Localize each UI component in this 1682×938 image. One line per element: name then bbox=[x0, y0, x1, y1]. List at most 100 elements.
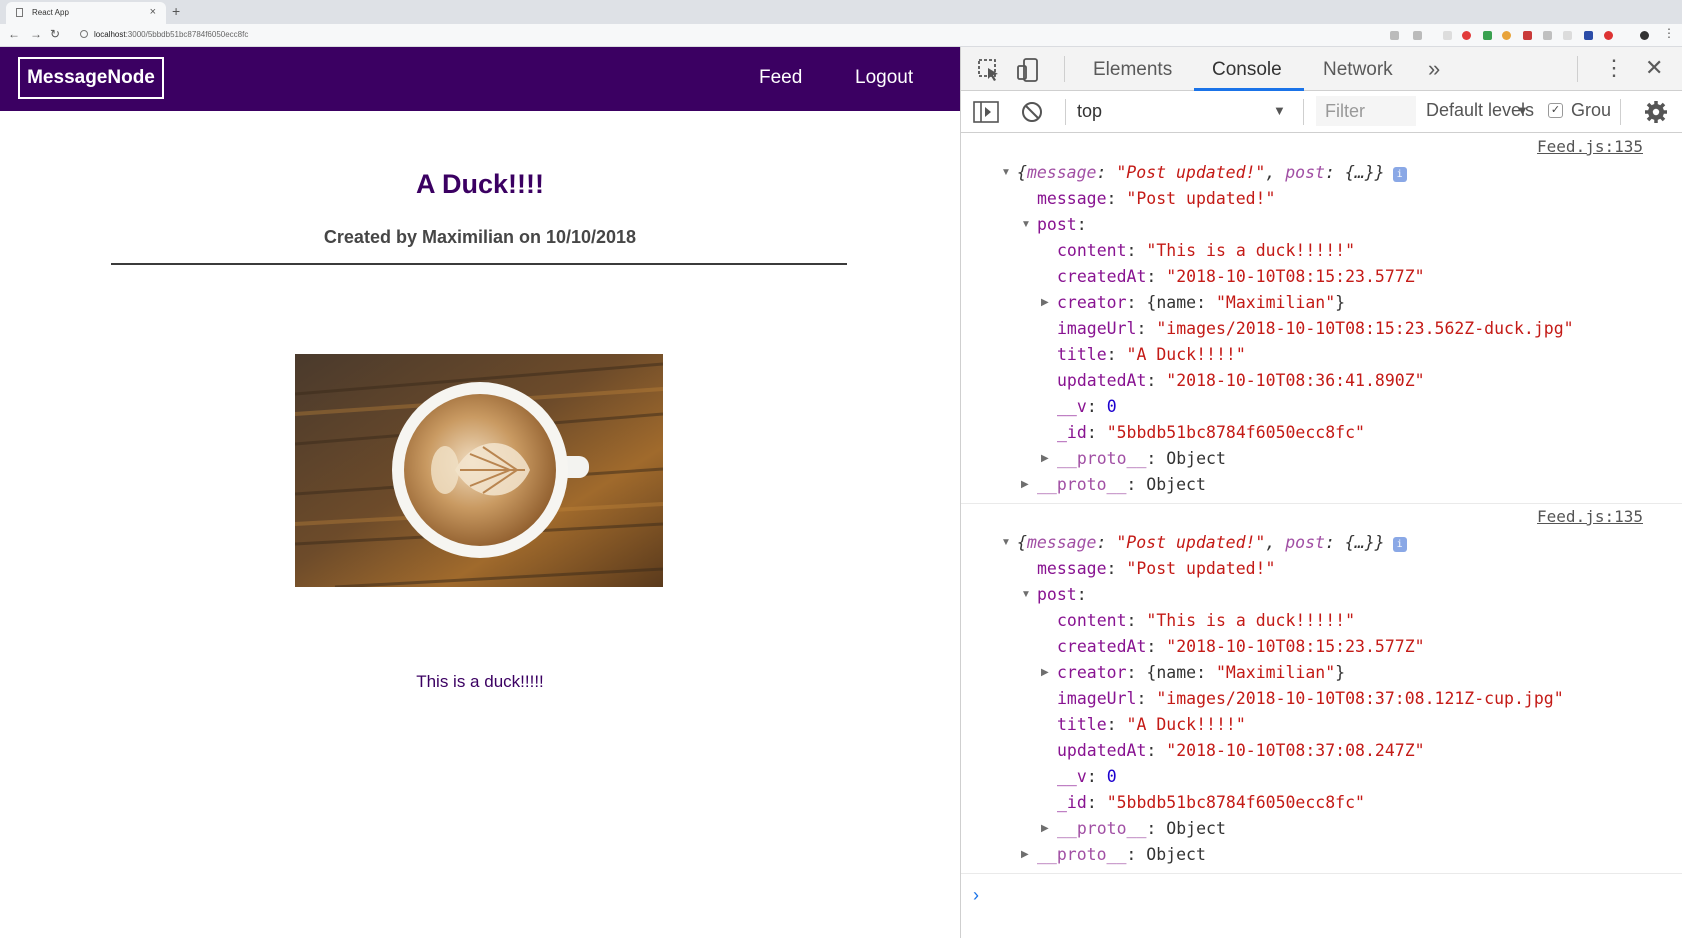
log-summary[interactable]: {message: "Post updated!", post: {…}} i bbox=[1017, 530, 1407, 556]
expand-triangle-icon[interactable]: ▼ bbox=[1021, 582, 1031, 608]
post-image bbox=[295, 354, 663, 587]
reload-icon[interactable]: ↻ bbox=[50, 27, 60, 41]
separator bbox=[1303, 99, 1304, 125]
property-createdAt: createdAt: "2018-10-10T08:15:23.577Z" bbox=[1057, 637, 1425, 656]
collapsed-triangle-icon[interactable]: ▶ bbox=[1041, 446, 1049, 472]
property-proto[interactable]: __proto__: Object bbox=[1037, 842, 1206, 868]
expand-triangle-icon[interactable]: ▼ bbox=[1021, 212, 1031, 238]
property-imageUrl: imageUrl: "images/2018-10-10T08:37:08.12… bbox=[1057, 689, 1564, 708]
device-toolbar-icon[interactable] bbox=[1016, 57, 1040, 83]
devtools-menu-icon[interactable]: ⋮ bbox=[1603, 55, 1625, 81]
tab-network[interactable]: Network bbox=[1323, 59, 1393, 81]
new-tab-button[interactable]: + bbox=[172, 3, 180, 19]
context-select[interactable]: top bbox=[1077, 101, 1102, 122]
value-v: 0 bbox=[1106, 767, 1117, 786]
extension-icon[interactable] bbox=[1483, 31, 1492, 40]
property-content: content: "This is a duck!!!!!" bbox=[1057, 241, 1356, 260]
browser-menu-icon[interactable]: ⋮ bbox=[1663, 26, 1675, 40]
chevron-down-icon[interactable]: ▼ bbox=[1516, 103, 1529, 118]
browser-tab-title: React App bbox=[32, 8, 69, 17]
post-meta: Created by Maximilian on 10/10/2018 bbox=[323, 227, 637, 247]
browser-tab[interactable]: React App × bbox=[6, 2, 166, 24]
extension-icon[interactable] bbox=[1443, 31, 1452, 40]
extension-icon[interactable] bbox=[1563, 31, 1572, 40]
expand-triangle-icon[interactable]: ▼ bbox=[1001, 530, 1011, 556]
back-icon[interactable]: ← bbox=[8, 27, 20, 41]
collapsed-triangle-icon[interactable]: ▶ bbox=[1041, 816, 1049, 842]
source-link[interactable]: Feed.js:135 bbox=[1537, 137, 1643, 156]
property-creator[interactable]: creator: {name: "Maximilian"} bbox=[1057, 660, 1345, 686]
value-v: 0 bbox=[1106, 397, 1117, 416]
value-title: "A Duck!!!!" bbox=[1126, 715, 1246, 734]
console-toolbar: top ▼ Filter Default levels ▼ ✓ Group bbox=[961, 91, 1682, 133]
console-settings-gear-icon[interactable] bbox=[1644, 100, 1668, 124]
expand-triangle-icon[interactable]: ▼ bbox=[1001, 160, 1011, 186]
property-post[interactable]: post: bbox=[1037, 212, 1087, 238]
close-devtools-icon[interactable]: ✕ bbox=[1645, 55, 1663, 81]
property-title: title: "A Duck!!!!" bbox=[1057, 345, 1246, 364]
nav-feed-link[interactable]: Feed bbox=[759, 67, 802, 89]
opera-extension-icon[interactable] bbox=[1462, 31, 1471, 40]
devtools-panel: Elements Console Network » ⋮ ✕ top ▼ Fil… bbox=[960, 47, 1682, 938]
extension-icon[interactable] bbox=[1523, 31, 1532, 40]
chevron-down-icon[interactable]: ▼ bbox=[1273, 103, 1286, 118]
collapsed-triangle-icon[interactable]: ▶ bbox=[1041, 290, 1049, 316]
devtools-toolbar: Elements Console Network » ⋮ ✕ bbox=[961, 47, 1682, 91]
collapsed-triangle-icon[interactable]: ▶ bbox=[1021, 842, 1029, 868]
value-id: "5bbdb51bc8784f6050ecc8fc" bbox=[1106, 793, 1365, 812]
property-imageUrl: imageUrl: "images/2018-10-10T08:15:23.56… bbox=[1057, 319, 1574, 338]
nav-logout-link[interactable]: Logout bbox=[855, 67, 913, 89]
value-message: "Post updated!" bbox=[1126, 559, 1276, 578]
log-summary-message: "Post updated!" bbox=[1116, 163, 1266, 182]
property-id: _id: "5bbdb51bc8784f6050ecc8fc" bbox=[1057, 793, 1365, 812]
console-log-entry: Feed.js:135 ▼ {message: "Post updated!",… bbox=[961, 503, 1682, 874]
document-icon bbox=[16, 8, 23, 17]
app-viewport: MessageNode Feed Logout A Duck!!!! Creat… bbox=[0, 47, 960, 938]
property-post[interactable]: post: bbox=[1037, 582, 1087, 608]
sidebar-toggle-icon[interactable] bbox=[973, 101, 999, 123]
property-proto[interactable]: __proto__: Object bbox=[1057, 816, 1226, 842]
property-updatedAt: updatedAt: "2018-10-10T08:37:08.247Z" bbox=[1057, 741, 1425, 760]
group-similar-checkbox[interactable]: ✓ bbox=[1548, 103, 1563, 118]
bookmark-star-icon[interactable] bbox=[1413, 31, 1422, 40]
url-path: :3000/5bbdb51bc8784f6050ecc8fc bbox=[125, 30, 249, 39]
collapsed-triangle-icon[interactable]: ▶ bbox=[1041, 660, 1049, 686]
extension-icon[interactable] bbox=[1584, 31, 1593, 40]
log-summary-message: "Post updated!" bbox=[1116, 533, 1266, 552]
property-createdAt: createdAt: "2018-10-10T08:15:23.577Z" bbox=[1057, 267, 1425, 286]
console-prompt[interactable]: › bbox=[973, 885, 979, 906]
value-createdAt: "2018-10-10T08:15:23.577Z" bbox=[1166, 267, 1425, 286]
clear-console-icon[interactable] bbox=[1021, 101, 1043, 123]
site-info-icon[interactable] bbox=[80, 30, 88, 38]
close-tab-icon[interactable]: × bbox=[150, 6, 156, 18]
filter-input[interactable]: Filter bbox=[1316, 96, 1416, 126]
separator bbox=[1065, 99, 1066, 125]
source-link[interactable]: Feed.js:135 bbox=[1537, 507, 1643, 526]
separator bbox=[1064, 56, 1065, 82]
tab-console[interactable]: Console bbox=[1212, 59, 1282, 81]
property-proto[interactable]: __proto__: Object bbox=[1037, 472, 1206, 498]
property-content: content: "This is a duck!!!!!" bbox=[1057, 611, 1356, 630]
info-icon[interactable]: i bbox=[1392, 167, 1407, 182]
log-summary[interactable]: {message: "Post updated!", post: {…}} i bbox=[1017, 160, 1407, 186]
profile-avatar[interactable] bbox=[1640, 31, 1649, 40]
url-host: localhost bbox=[94, 30, 126, 39]
value-message: "Post updated!" bbox=[1126, 189, 1276, 208]
forward-icon[interactable]: → bbox=[30, 27, 42, 41]
property-proto[interactable]: __proto__: Object bbox=[1057, 446, 1226, 472]
value-updatedAt: "2018-10-10T08:37:08.247Z" bbox=[1166, 741, 1425, 760]
inspect-element-icon[interactable] bbox=[977, 58, 1001, 82]
extension-icon[interactable] bbox=[1543, 31, 1552, 40]
zoom-icon[interactable] bbox=[1390, 31, 1399, 40]
extension-icon[interactable] bbox=[1604, 31, 1613, 40]
more-tabs-button[interactable]: » bbox=[1428, 56, 1440, 82]
property-message: message: "Post updated!" bbox=[1037, 559, 1276, 578]
separator bbox=[1620, 99, 1621, 125]
tab-elements[interactable]: Elements bbox=[1093, 59, 1172, 81]
brand-logo[interactable]: MessageNode bbox=[18, 57, 164, 99]
extension-icon[interactable] bbox=[1502, 31, 1511, 40]
info-icon[interactable]: i bbox=[1392, 537, 1407, 552]
url-field[interactable]: localhost:3000/5bbdb51bc8784f6050ecc8fc bbox=[80, 27, 1380, 43]
property-creator[interactable]: creator: {name: "Maximilian"} bbox=[1057, 290, 1345, 316]
collapsed-triangle-icon[interactable]: ▶ bbox=[1021, 472, 1029, 498]
